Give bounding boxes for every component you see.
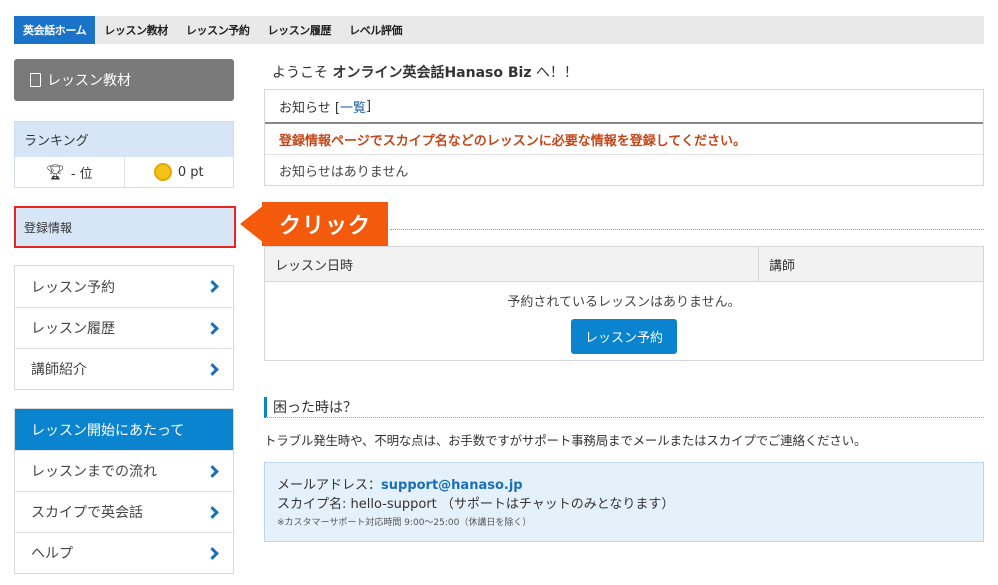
registration-warning: 登録情報ページでスカイプ名などのレッスンに必要な情報を登録してください。 — [265, 124, 983, 155]
trouble-text: トラブル発生時や、不明な点は、お手数ですがサポート事務局までメールまたはスカイプ… — [264, 433, 867, 448]
menu-label: レッスンまでの流れ — [31, 464, 157, 480]
support-hours: ※カスタマーサポート対応時間 9:00～25:00（休講日を除く） — [277, 518, 532, 528]
schedule-empty-message: 予約されているレッスンはありません。 — [507, 295, 741, 310]
chevron-right-icon — [206, 505, 219, 519]
welcome-prefix: ようこそ — [272, 65, 333, 81]
email-label: メールアドレス： — [277, 478, 382, 493]
tab-lesson-history[interactable]: レッスン履歴 — [259, 16, 341, 44]
chevron-right-icon — [206, 464, 219, 478]
table-empty-row: 予約されているレッスンはありません。 レッスン予約 — [265, 282, 983, 360]
tab-lesson-materials[interactable]: レッスン教材 — [95, 16, 177, 44]
section-divider — [390, 229, 984, 230]
support-email[interactable]: support@hanaso.jp — [381, 478, 523, 493]
tab-level-evaluation[interactable]: レベル評価 — [340, 16, 411, 44]
rank-value: - 位 — [70, 166, 93, 182]
notice-title-end: ] — [365, 98, 372, 114]
table-header: レッスン日時 講師 — [265, 247, 983, 282]
sidebar-item-help[interactable]: ヘルプ — [15, 532, 233, 573]
sidebar-item-teacher-intro[interactable]: 講師紹介 — [15, 348, 233, 389]
sidebar-item-lesson-history[interactable]: レッスン履歴 — [15, 307, 233, 348]
ranking-title: ランキング — [15, 122, 233, 157]
chevron-right-icon — [206, 546, 219, 560]
lesson-start-menu: レッスン開始にあたって レッスンまでの流れ スカイプで英会話 ヘルプ — [14, 408, 234, 574]
chevron-right-icon — [206, 362, 219, 376]
tab-lesson-booking[interactable]: レッスン予約 — [177, 16, 259, 44]
top-nav: 英会話ホーム レッスン教材 レッスン予約 レッスン履歴 レベル評価 — [14, 16, 984, 44]
col-datetime: レッスン日時 — [265, 247, 759, 281]
trophy-icon: 🏆︎ — [45, 163, 65, 181]
support-email-line: メールアドレス：support@hanaso.jp — [277, 474, 971, 493]
sidebar-item-skype-english[interactable]: スカイプで英会話 — [15, 491, 233, 532]
support-skype-line: スカイプ名: hello-support （サポートはチャットのみとなります） — [277, 497, 675, 512]
chevron-right-icon — [206, 321, 219, 335]
chevron-right-icon — [206, 280, 219, 293]
welcome-suffix: へ！！ — [531, 65, 578, 81]
tab-english-home[interactable]: 英会話ホーム — [14, 16, 96, 44]
notice-empty: お知らせはありません — [279, 164, 409, 180]
callout-arrow — [240, 205, 264, 243]
notice-panel: お知らせ [一覧] 登録情報ページでスカイプ名などのレッスンに必要な情報を登録し… — [264, 89, 984, 186]
lesson-start-title: レッスン開始にあたって — [15, 409, 233, 450]
book-lesson-button[interactable]: レッスン予約 — [570, 319, 677, 354]
coin-icon — [153, 163, 172, 181]
points-cell: 0 pt — [123, 157, 234, 187]
rank-cell: 🏆︎ - 位 — [15, 157, 124, 187]
menu-label: スカイプで英会話 — [31, 505, 143, 521]
document-icon — [30, 73, 41, 87]
lesson-materials-button[interactable]: レッスン教材 — [14, 59, 234, 101]
sidebar-menu: レッスン予約 レッスン履歴 講師紹介 — [14, 265, 234, 390]
ranking-panel: ランキング 🏆︎ - 位 0 pt — [14, 121, 234, 188]
click-callout: クリック — [262, 202, 388, 246]
trouble-title: 困った時は？ — [264, 397, 984, 418]
ranking-row: 🏆︎ - 位 0 pt — [15, 157, 233, 187]
notice-title: お知らせ [ — [279, 100, 340, 116]
sidebar-item-lesson-flow[interactable]: レッスンまでの流れ — [15, 450, 233, 491]
registration-info-link[interactable]: 登録情報 — [14, 206, 236, 248]
notice-list-link[interactable]: 一覧 — [340, 97, 366, 116]
menu-label: ヘルプ — [31, 546, 73, 562]
welcome-message: ようこそ オンライン英会話Hanaso Biz へ！！ — [272, 62, 578, 82]
menu-label: 講師紹介 — [31, 362, 87, 378]
menu-label: レッスン予約 — [31, 279, 115, 296]
notice-header: お知らせ [一覧] — [265, 90, 983, 124]
menu-label: レッスン履歴 — [31, 321, 115, 337]
lesson-schedule-table: レッスン日時 講師 予約されているレッスンはありません。 レッスン予約 — [264, 246, 984, 361]
col-teacher: 講師 — [769, 258, 796, 274]
welcome-service-name: オンライン英会話Hanaso Biz — [332, 65, 532, 81]
lesson-materials-label: レッスン教材 — [47, 73, 131, 89]
support-contact-box: メールアドレス：support@hanaso.jp スカイプ名: hello-s… — [264, 462, 984, 542]
sidebar-item-lesson-booking[interactable]: レッスン予約 — [15, 266, 233, 307]
points-value: 0 pt — [177, 164, 204, 180]
